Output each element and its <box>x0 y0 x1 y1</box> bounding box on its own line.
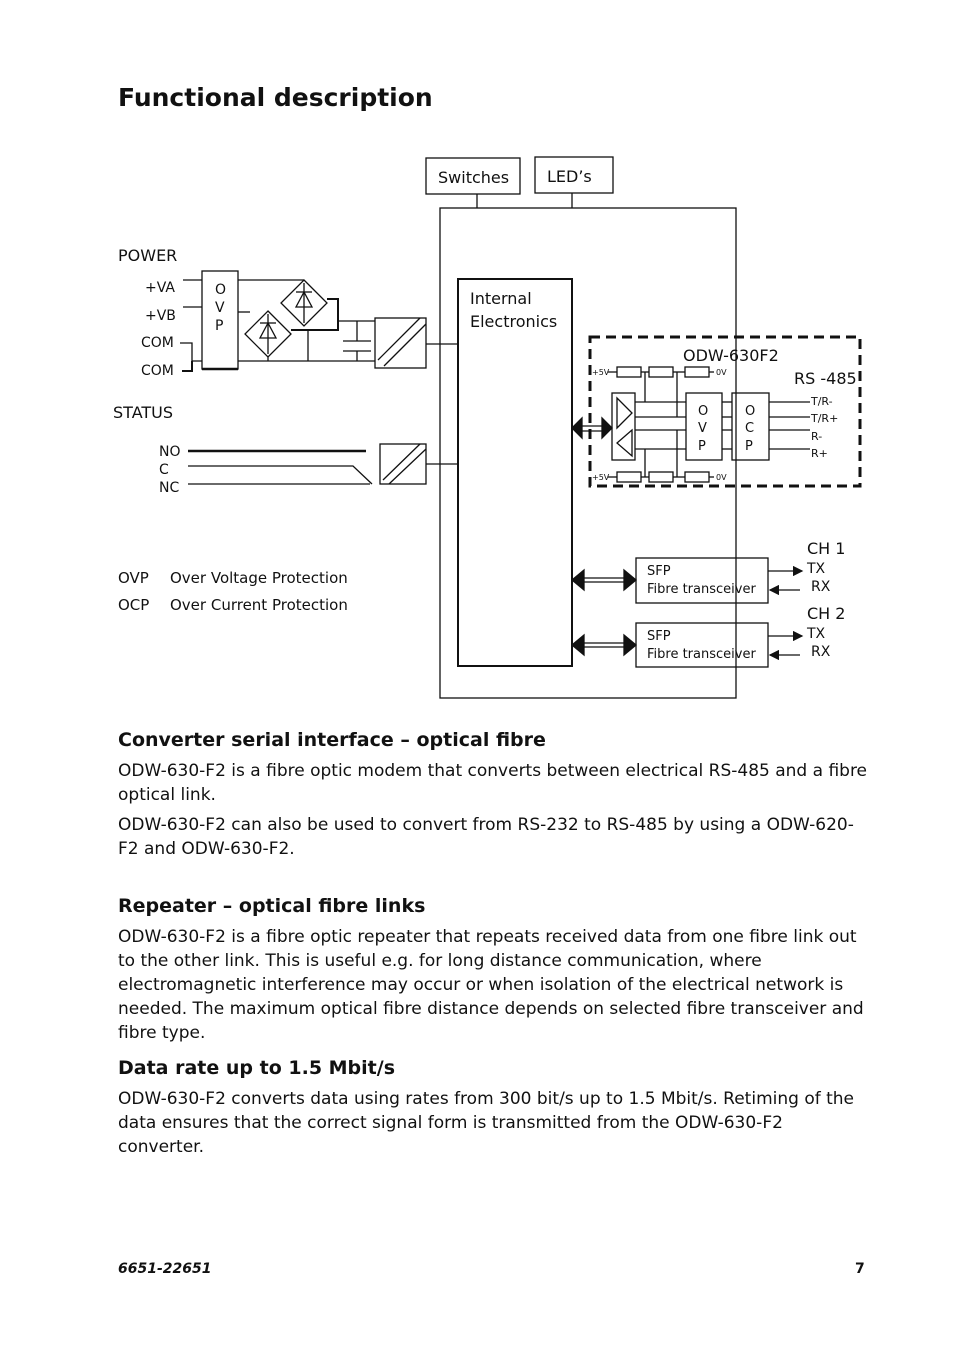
supply-plus-bottom: +5V <box>592 473 610 482</box>
section-repeater: Repeater – optical fibre links ODW-630-F… <box>118 895 868 1051</box>
rs485-module-label: ODW-630F2 <box>683 346 779 365</box>
power-pin-vb: +VB <box>145 308 176 324</box>
internal-electronics-box <box>457 278 573 667</box>
footer-doc-number: 6651-22651 <box>118 1261 212 1277</box>
rs485-pin-rp: R+ <box>811 447 828 460</box>
ch1-rx: RX <box>811 579 831 595</box>
ovp-letter: O <box>215 282 226 298</box>
ocp-letter: P <box>745 439 753 454</box>
section-paragraph: ODW-630-F2 converts data using rates fro… <box>118 1089 855 1157</box>
section-heading: Converter serial interface – optical fib… <box>118 729 546 751</box>
rectifier-icon-2 <box>244 310 292 358</box>
status-pin-nc: NC <box>159 480 179 496</box>
internal-electronics-label-2: Electronics <box>470 312 557 331</box>
page-number: 7 <box>855 1261 865 1277</box>
sfp-link-arrow-ch2 <box>570 633 638 657</box>
status-pin-no: NO <box>159 444 181 460</box>
ocp-letter: C <box>745 421 754 436</box>
functional-block-diagram: Switches LED’s POWER +VA +VB COM COM O V… <box>113 156 862 699</box>
legend-ovp-text: Over Voltage Protection <box>170 569 348 587</box>
power-pin-com2: COM <box>141 363 174 379</box>
sfp-ch1-line1: SFP <box>647 564 671 579</box>
supply-zero-bottom: 0V <box>716 473 727 482</box>
ch2-label: CH 2 <box>807 604 845 623</box>
section-paragraph: ODW-630-F2 is a fibre optic modem that c… <box>118 761 868 805</box>
section-paragraph: ODW-630-F2 can also be used to convert f… <box>118 815 854 859</box>
power-pin-com1: COM <box>141 335 174 351</box>
rs485-label: RS -485 <box>794 369 857 388</box>
legend-ocp-text: Over Current Protection <box>170 596 348 614</box>
ovp-letter: P <box>698 439 706 454</box>
status-pin-c: C <box>159 462 169 478</box>
sfp-ch1-line2: Fibre transceiver <box>647 582 756 597</box>
sfp-link-arrow-ch1 <box>570 568 638 592</box>
sfp-ch2-line2: Fibre transceiver <box>647 647 756 662</box>
section-heading: Repeater – optical fibre links <box>118 895 426 917</box>
dc-dc-converter-icon <box>374 317 427 369</box>
ovp-letter: V <box>215 300 225 316</box>
rs485-pin-trm: T/R- <box>810 395 833 408</box>
ch2-tx: TX <box>806 626 826 642</box>
transceiver-driver-icon <box>611 392 636 461</box>
section-converter: Converter serial interface – optical fib… <box>118 729 868 867</box>
ovp-letter: O <box>698 404 708 419</box>
ovp-letter: P <box>215 318 223 334</box>
ch1-tx: TX <box>806 561 826 577</box>
internal-electronics-label-1: Internal <box>470 289 532 308</box>
rs485-pin-rm: R- <box>811 430 822 443</box>
section-data-rate: Data rate up to 1.5 Mbit/s ODW-630-F2 co… <box>118 1057 868 1165</box>
switches-label: Switches <box>438 168 509 187</box>
section-heading: Data rate up to 1.5 Mbit/s <box>118 1057 396 1079</box>
supply-plus-top: +5V <box>592 368 610 377</box>
section-paragraph: ODW-630-F2 is a fibre optic repeater tha… <box>118 927 864 1043</box>
sfp-ch2-line1: SFP <box>647 629 671 644</box>
ovp-letter: V <box>698 421 707 436</box>
relay-isolator-icon <box>379 443 427 485</box>
rs485-pin-trp: T/R+ <box>810 412 838 425</box>
leds-label: LED’s <box>547 167 592 186</box>
status-label: STATUS <box>113 403 173 422</box>
legend-ovp-abbr: OVP <box>118 569 149 587</box>
legend-ocp-abbr: OCP <box>118 596 149 614</box>
device-enclosure <box>439 207 737 699</box>
power-pin-va: +VA <box>145 280 175 296</box>
ocp-letter: O <box>745 404 755 419</box>
ch2-rx: RX <box>811 644 831 660</box>
ch1-label: CH 1 <box>807 539 845 558</box>
supply-zero-top: 0V <box>716 368 727 377</box>
power-label: POWER <box>118 246 177 265</box>
rectifier-icon-1 <box>280 279 328 327</box>
